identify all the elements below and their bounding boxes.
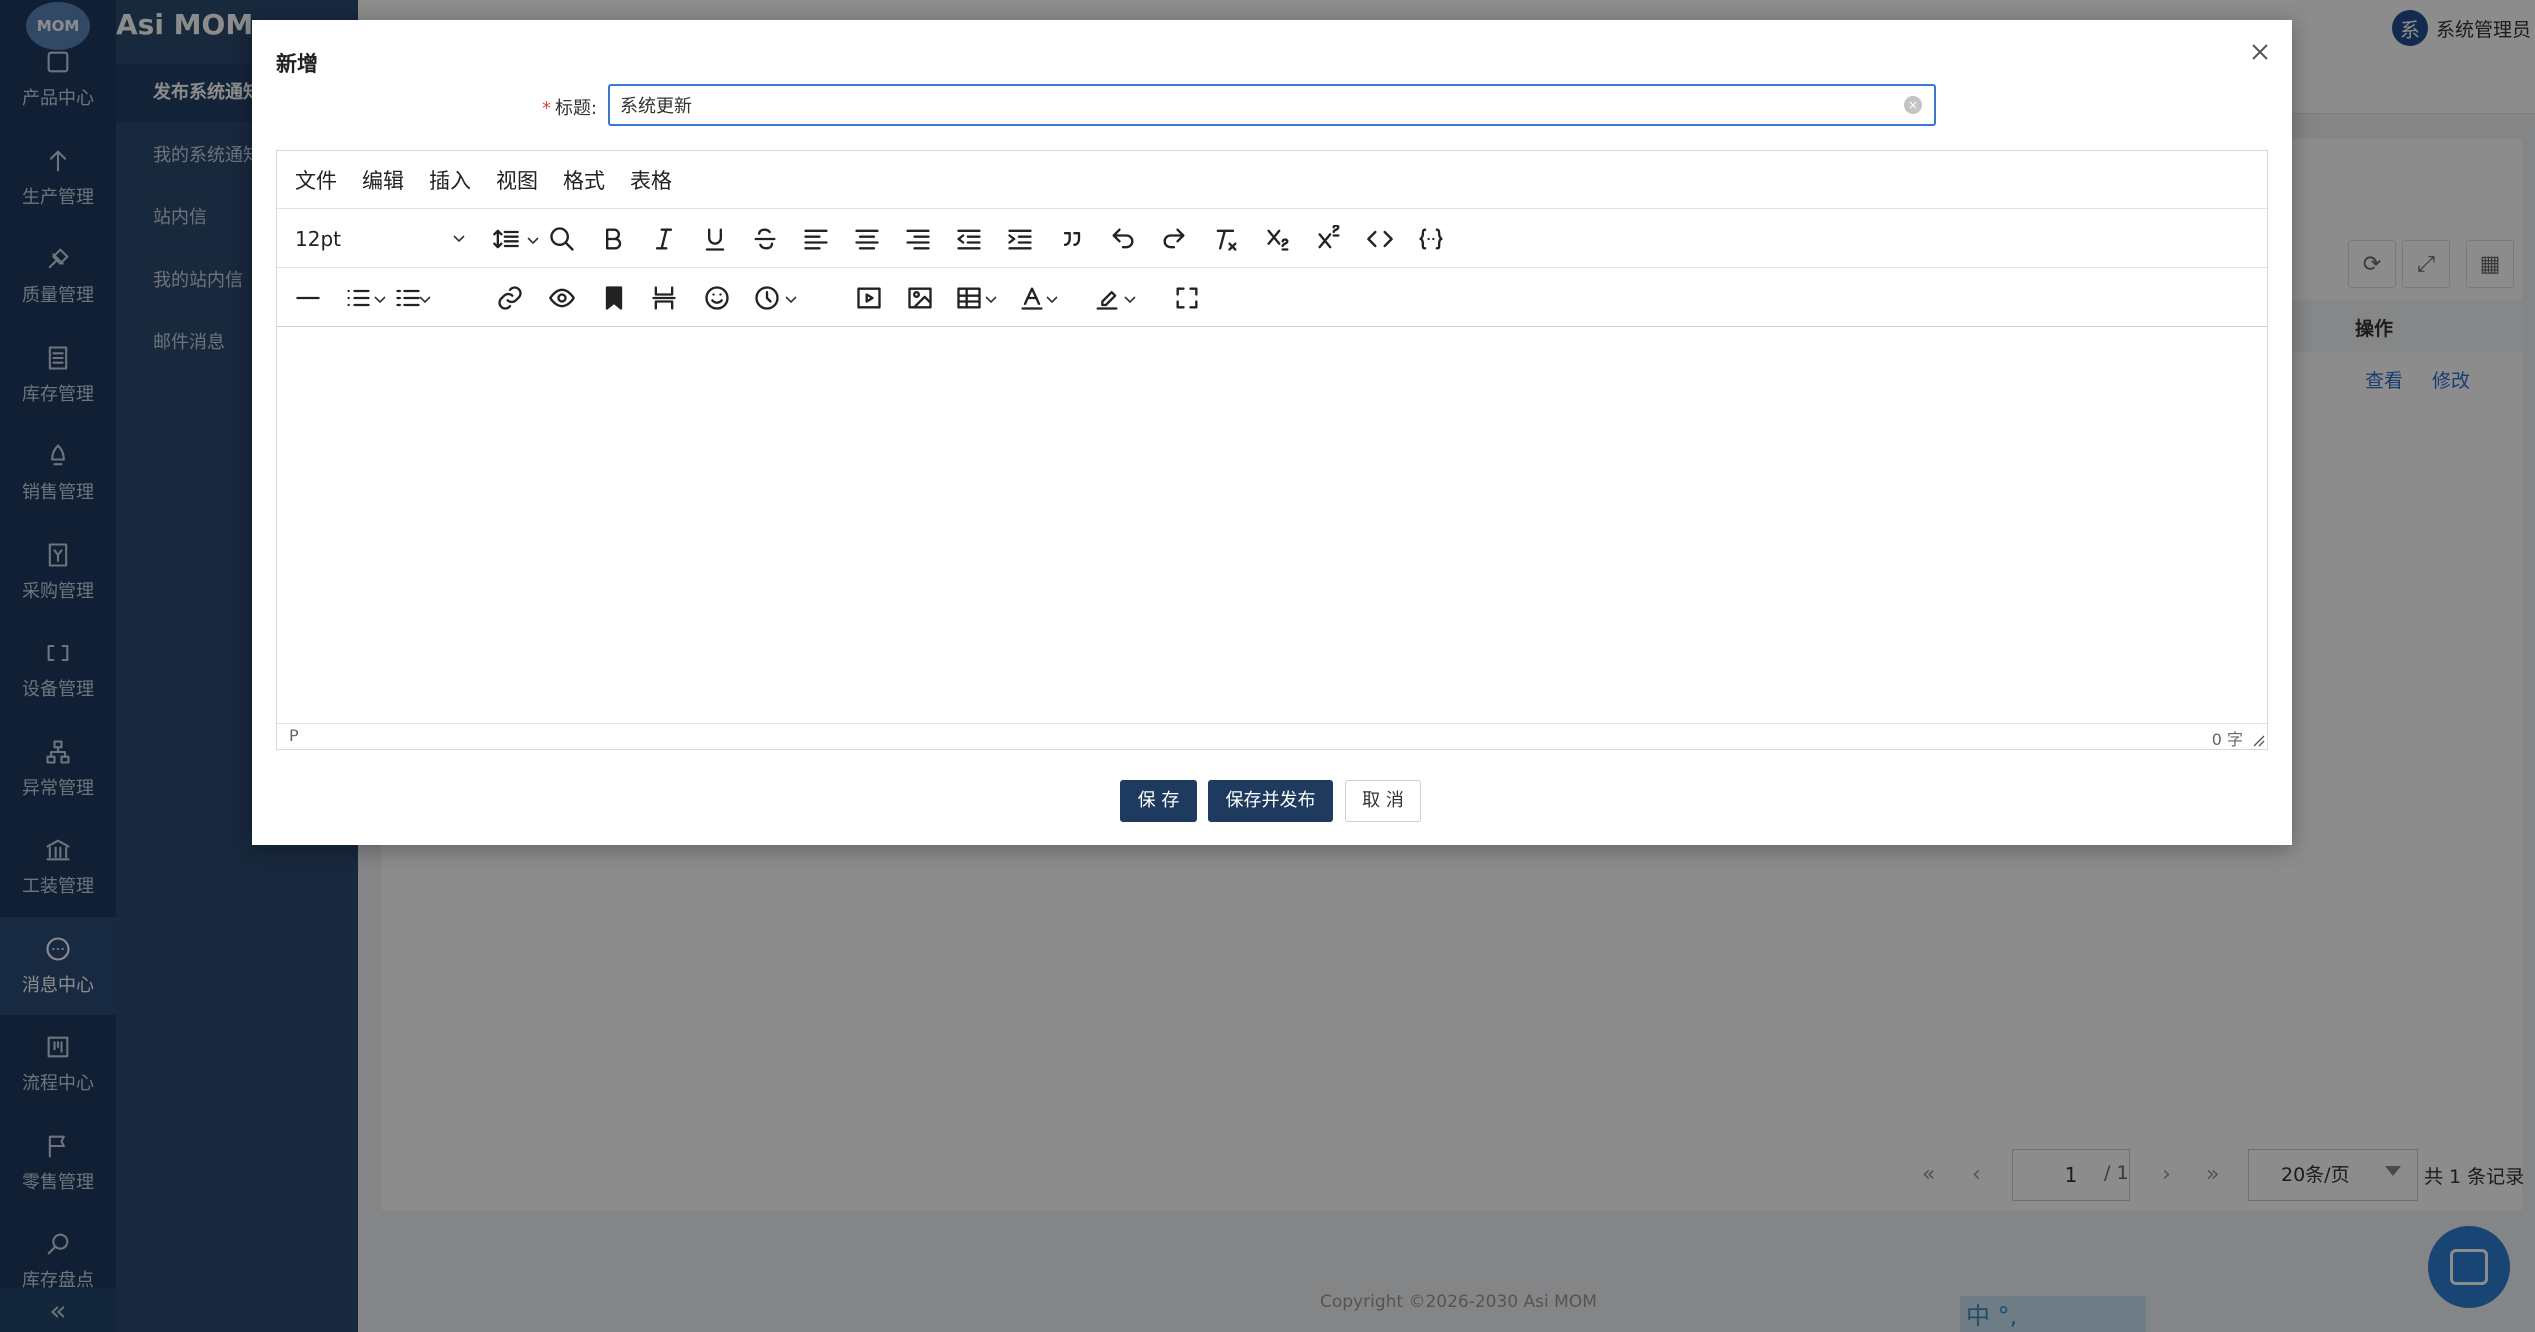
indent-icon[interactable] (1003, 223, 1037, 255)
horizontal-rule-icon[interactable] (291, 282, 325, 314)
chevron-down-icon (453, 235, 465, 243)
media-icon[interactable] (852, 282, 886, 314)
save-publish-button[interactable]: 保存并发布 (1208, 780, 1333, 822)
rich-text-editor: 文件 编辑 插入 视图 格式 表格 12pt P 0 字 (276, 150, 2268, 750)
preview-icon[interactable] (545, 282, 579, 314)
remove-format-icon[interactable] (1209, 223, 1243, 255)
blockquote-icon[interactable] (1055, 223, 1089, 255)
template-icon[interactable] (1414, 223, 1448, 255)
bullet-list-icon[interactable] (341, 282, 375, 314)
editor-menu-item[interactable]: 格式 (563, 165, 605, 195)
chevron-down-icon[interactable] (985, 296, 997, 304)
line-height-icon[interactable] (489, 223, 523, 255)
close-icon[interactable] (2244, 36, 2276, 68)
outdent-icon[interactable] (952, 223, 986, 255)
highlight-color-icon[interactable] (1090, 282, 1124, 314)
chevron-down-icon[interactable] (1124, 296, 1136, 304)
title-label: * 标题: (542, 98, 598, 119)
bookmark-icon[interactable] (597, 282, 631, 314)
undo-icon[interactable] (1106, 223, 1140, 255)
redo-icon[interactable] (1157, 223, 1191, 255)
table-icon[interactable] (952, 282, 986, 314)
save-button[interactable]: 保 存 (1120, 780, 1197, 822)
search-replace-icon[interactable] (545, 223, 579, 255)
editor-toolbar-row-2 (277, 268, 2267, 327)
chevron-down-icon[interactable] (374, 296, 386, 304)
strikethrough-icon[interactable] (748, 223, 782, 255)
underline-icon[interactable] (698, 223, 732, 255)
chevron-down-icon[interactable] (1046, 296, 1058, 304)
page-break-icon[interactable] (647, 282, 681, 314)
title-input[interactable] (608, 84, 1936, 126)
clear-input-icon[interactable]: × (1904, 96, 1922, 114)
image-icon[interactable] (903, 282, 937, 314)
superscript-icon[interactable] (1312, 223, 1346, 255)
chevron-down-icon[interactable] (785, 296, 797, 304)
dialog-title: 新增 (276, 52, 318, 76)
bold-icon[interactable] (596, 223, 630, 255)
cancel-button[interactable]: 取 消 (1345, 780, 1421, 822)
chevron-down-icon[interactable] (527, 237, 539, 245)
datetime-icon[interactable] (750, 282, 784, 314)
code-icon[interactable] (1363, 223, 1397, 255)
editor-menu-item[interactable]: 插入 (429, 165, 471, 195)
resize-handle-icon[interactable] (2251, 733, 2265, 747)
editor-menubar: 文件 编辑 插入 视图 格式 表格 (277, 151, 2267, 209)
create-dialog: 新增 *标题: × 文件编辑插入视图格式表格 12pt P 0 字 保 存 保存… (252, 20, 2292, 845)
align-right-icon[interactable] (901, 223, 935, 255)
editor-menu-item[interactable]: 编辑 (362, 165, 404, 195)
editor-menu-item[interactable]: 表格 (630, 165, 672, 195)
required-mark: * (542, 98, 551, 119)
italic-icon[interactable] (647, 223, 681, 255)
emoji-icon[interactable] (700, 282, 734, 314)
editor-statusbar: P 0 字 (277, 723, 2267, 749)
fullscreen-icon[interactable] (1170, 282, 1204, 314)
editor-content-area[interactable] (277, 327, 2267, 727)
element-path: P (289, 726, 299, 745)
word-count: 0 字 (2211, 730, 2243, 749)
link-icon[interactable] (493, 282, 527, 314)
align-left-icon[interactable] (799, 223, 833, 255)
editor-menu-item[interactable]: 视图 (496, 165, 538, 195)
editor-toolbar-row-1: 12pt (277, 209, 2267, 268)
editor-menu-item[interactable]: 文件 (295, 165, 337, 195)
subscript-icon[interactable] (1261, 223, 1295, 255)
text-color-icon[interactable] (1015, 282, 1049, 314)
align-center-icon[interactable] (850, 223, 884, 255)
chevron-down-icon[interactable] (419, 296, 431, 304)
